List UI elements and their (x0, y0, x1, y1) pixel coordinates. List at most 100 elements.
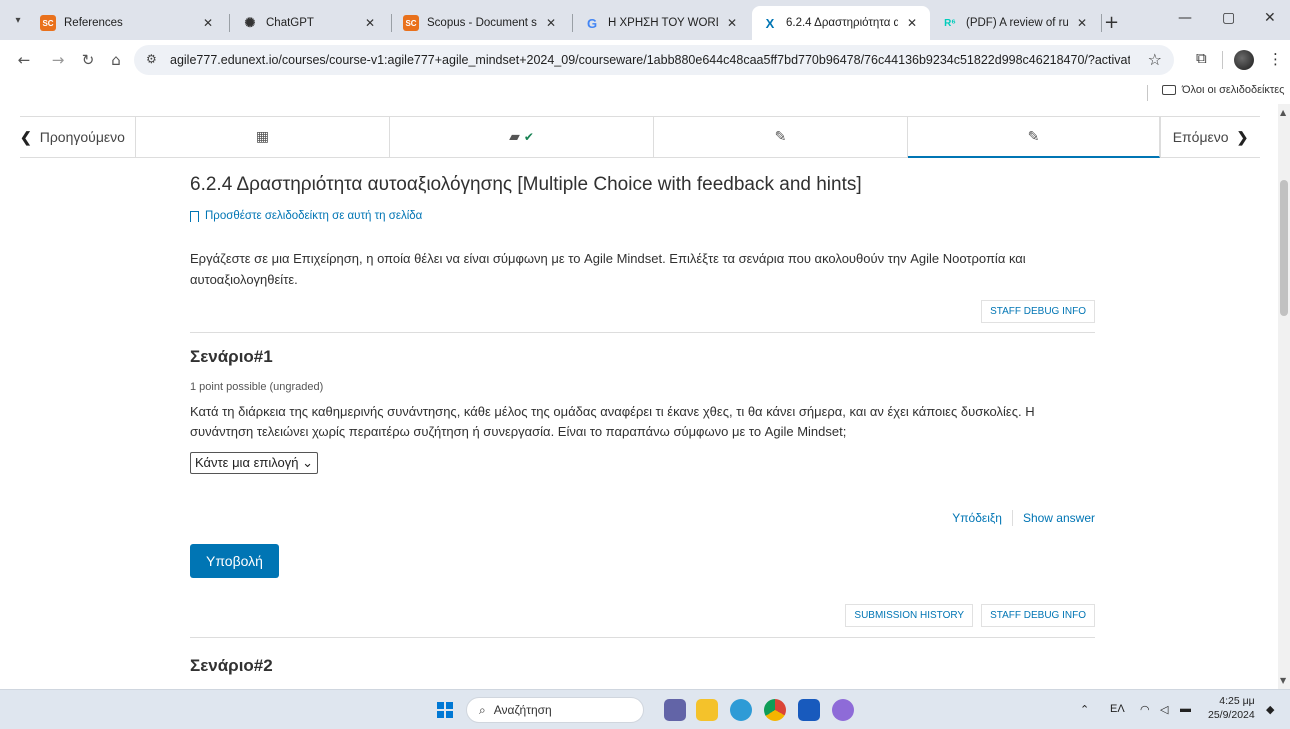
site-info-icon[interactable]: ⚙ (146, 52, 157, 66)
tab-close-icon[interactable]: ✕ (362, 16, 378, 30)
chevron-left-icon: ❮ (20, 128, 32, 145)
language-indicator[interactable]: ΕΛ (1110, 703, 1125, 715)
sequence-navigation: ❮ Προηγούμενο ▦ ▰ ✔ ✎ ✎ Επόμενο ❯ (20, 116, 1260, 158)
bookmarks-bar: Όλοι οι σελιδοδείκτες (0, 80, 1290, 104)
reload-icon[interactable]: ↻ (78, 50, 98, 70)
submission-history-button[interactable]: SUBMISSION HISTORY (845, 604, 974, 627)
page-scrollbar[interactable]: ▲ ▼ (1278, 104, 1290, 689)
home-icon[interactable]: ⌂ (106, 50, 126, 70)
taskbar-clock[interactable]: 4:25 μμ 25/9/2024 (1208, 694, 1255, 722)
toolbar-divider (1222, 51, 1223, 69)
sequence-unit-reading[interactable]: ▰ ✔ (390, 117, 654, 157)
tab-divider (391, 14, 392, 32)
edit-icon: ✎ (1027, 128, 1040, 145)
intro-text: Εργάζεστε σε μια Επιχείρηση, η οποία θέλ… (190, 251, 1026, 287)
browser-tab-wordwall[interactable]: G Η ΧΡΗΣΗ ΤΟΥ WORDWALL ✕ (574, 6, 750, 40)
tab-divider (1101, 14, 1102, 32)
window-close-icon[interactable]: ✕ (1264, 10, 1276, 26)
problem-title: Σενάριο#1 (190, 347, 273, 366)
points-possible: 1 point possible (ungraded) (190, 381, 324, 393)
problem-title: Σενάριο#2 (190, 656, 273, 675)
previous-unit-button[interactable]: ❮ Προηγούμενο (20, 117, 136, 157)
chrome-browser-icon[interactable] (764, 699, 786, 721)
answer-select[interactable]: Κάντε μια επιλογή ⌄ (190, 452, 319, 474)
next-unit-button[interactable]: Επόμενο ❯ (1160, 117, 1260, 157)
staff-debug-button[interactable]: STAFF DEBUG INFO (981, 300, 1095, 323)
volume-icon[interactable]: ◁ (1160, 703, 1168, 716)
tab-close-icon[interactable]: ✕ (1074, 16, 1090, 30)
bookmark-star-icon[interactable]: ☆ (1148, 50, 1162, 69)
edit-icon: ✎ (774, 129, 787, 145)
sequence-unit-video[interactable]: ▦ (136, 117, 390, 157)
taskbar-search-placeholder: Αναζήτηση (493, 703, 552, 717)
word-app-icon[interactable] (798, 699, 820, 721)
tab-close-icon[interactable]: ✕ (724, 16, 740, 30)
profile-avatar[interactable] (1234, 50, 1254, 70)
bookmark-icon (190, 210, 199, 222)
tab-close-icon[interactable]: ✕ (200, 16, 216, 30)
address-bar[interactable]: ⚙ agile777.edunext.io/courses/course-v1:… (134, 45, 1174, 75)
course-page: ❮ Προηγούμενο ▦ ▰ ✔ ✎ ✎ Επόμενο ❯ 6.2.4 … (0, 104, 1278, 689)
hint-button[interactable]: Υπόδειξη (952, 511, 1002, 525)
tab-search-dropdown-icon[interactable]: ▾ (8, 10, 28, 30)
tab-divider (572, 14, 573, 32)
divider (190, 637, 1095, 638)
chatgpt-favicon-icon: ✺ (244, 15, 256, 30)
browser-tab-chatgpt[interactable]: ✺ ChatGPT ✕ (232, 6, 388, 40)
staff-debug-button[interactable]: STAFF DEBUG INFO (981, 604, 1095, 627)
file-explorer-icon[interactable] (696, 699, 718, 721)
scopus-favicon-icon: SC (40, 15, 56, 31)
browser-tab-active-course[interactable]: X 6.2.4 Δραστηριότητα αυτο ✕ (752, 6, 930, 40)
previous-label: Προηγούμενο (39, 129, 125, 145)
google-favicon-icon: G (586, 15, 598, 31)
windows-start-icon[interactable] (437, 702, 453, 718)
researchgate-favicon-icon: R⁶ (944, 17, 956, 29)
problem-question: Κατά τη διάρκεια της καθημερινής συνάντη… (190, 404, 1035, 439)
notification-icon[interactable]: ◆ (1266, 703, 1274, 716)
show-answer-button[interactable]: Show answer (1023, 511, 1095, 525)
bookmarks-divider (1147, 85, 1148, 101)
browser-menu-icon[interactable]: ⋮ (1268, 50, 1283, 68)
browser-tab-strip: ▾ SC References ✕ ✺ ChatGPT ✕ SC Scopus … (0, 0, 1290, 40)
tab-title: Scopus - Document search (427, 17, 537, 29)
clock-date: 25/9/2024 (1208, 709, 1255, 721)
search-icon: ⌕ (479, 702, 486, 717)
scroll-down-icon[interactable]: ▼ (1280, 676, 1286, 685)
tab-close-icon[interactable]: ✕ (904, 16, 920, 30)
completed-check-icon: ✔ (523, 130, 534, 144)
tab-title: (PDF) A review of rubric us (966, 17, 1068, 29)
browser-tab-scopus[interactable]: SC Scopus - Document search ✕ (393, 6, 569, 40)
extensions-puzzle-icon[interactable]: ⧉ (1196, 49, 1207, 67)
scrollbar-thumb[interactable] (1280, 180, 1288, 316)
browser-tab-pdf-rubric[interactable]: R⁶ (PDF) A review of rubric us ✕ (932, 6, 1100, 40)
sequence-unit-problem-active[interactable]: ✎ (908, 117, 1160, 158)
browser-tab-references[interactable]: SC References ✕ (30, 6, 226, 40)
battery-icon[interactable]: ▬ (1180, 703, 1191, 715)
unit-title: 6.2.4 Δραστηριότητα αυτοαξιολόγησης [Mul… (190, 174, 862, 195)
submit-button[interactable]: Υποβολή (190, 544, 279, 578)
unit-content: 6.2.4 Δραστηριότητα αυτοαξιολόγησης [Mul… (190, 174, 1095, 676)
add-bookmark-label: Προσθέστε σελιδοδείκτη σε αυτή τη σελίδα (205, 210, 423, 222)
minimize-icon[interactable]: — (1178, 10, 1192, 26)
edx-favicon-icon: X (765, 15, 775, 31)
wifi-icon[interactable]: ◠ (1140, 703, 1150, 716)
tab-divider (229, 14, 230, 32)
back-arrow-icon[interactable]: ← (14, 50, 34, 70)
tab-title: References (64, 17, 123, 29)
url-text[interactable]: agile777.edunext.io/courses/course-v1:ag… (170, 53, 1130, 67)
forward-arrow-icon[interactable]: → (48, 50, 68, 70)
folder-icon (1162, 85, 1176, 95)
all-bookmarks-folder[interactable]: Όλοι οι σελιδοδείκτες (1162, 84, 1285, 96)
tab-title: Η ΧΡΗΣΗ ΤΟΥ WORDWALL (608, 17, 718, 29)
chat-app-icon[interactable] (832, 699, 854, 721)
scroll-up-icon[interactable]: ▲ (1280, 108, 1286, 117)
edge-browser-icon[interactable] (730, 699, 752, 721)
sequence-unit-problem[interactable]: ✎ (654, 117, 908, 157)
tray-overflow-chevron-icon[interactable]: ⌃ (1080, 703, 1089, 716)
taskbar-search-box[interactable]: ⌕ Αναζήτηση (466, 697, 644, 723)
restore-icon[interactable]: ▢ (1222, 10, 1235, 26)
teams-app-icon[interactable] (664, 699, 686, 721)
add-bookmark-link[interactable]: Προσθέστε σελιδοδείκτη σε αυτή τη σελίδα (190, 210, 1095, 222)
new-tab-plus-icon[interactable]: + (1104, 12, 1119, 33)
tab-close-icon[interactable]: ✕ (543, 16, 559, 30)
